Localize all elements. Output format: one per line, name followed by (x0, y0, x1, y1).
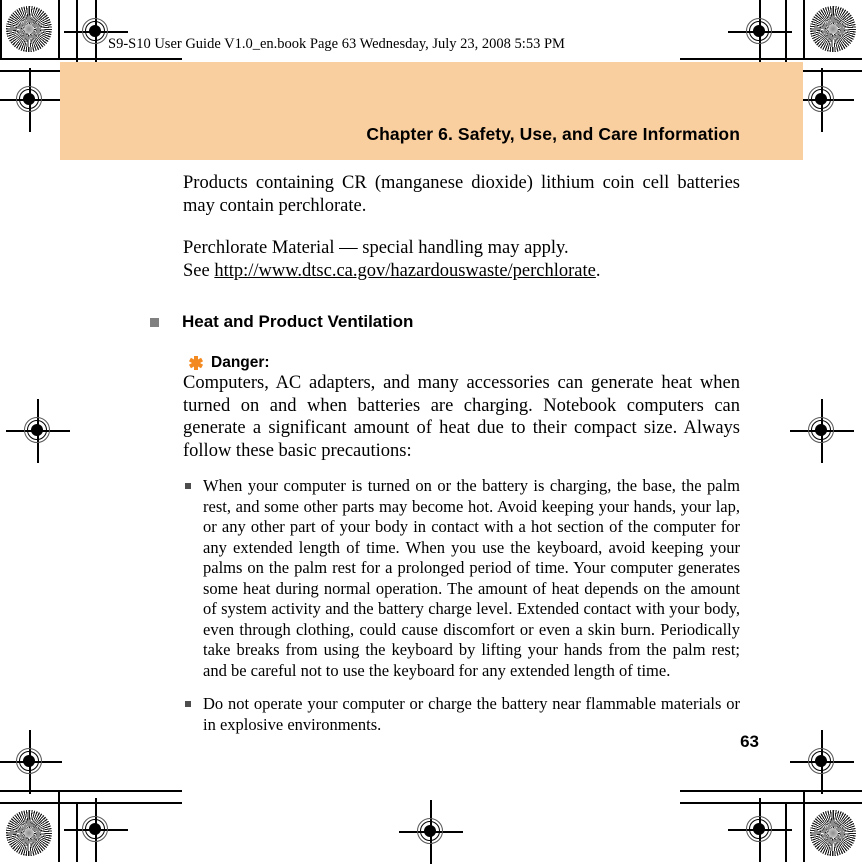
trim-line-bottom-left-corner-horizontal (0, 802, 182, 804)
trim-line-bottom-left-horizontal (0, 790, 182, 792)
registration-mark-top-right (728, 0, 792, 64)
trim-line-top-right-vertical (803, 0, 805, 60)
see-label: See (183, 260, 215, 281)
resolution-star-target-bottom-right (810, 810, 856, 856)
file-header-stamp: S9-S10 User Guide V1.0_en.book Page 63 W… (108, 36, 565, 52)
registration-mark-middle-right (790, 399, 854, 463)
page-content: Products containing CR (manganese dioxid… (150, 172, 740, 735)
paragraph-danger-heat: Computers, AC adapters, and many accesso… (183, 373, 740, 461)
danger-asterisk-icon (188, 356, 203, 371)
trim-line-bottom-right-corner-horizontal (680, 802, 862, 804)
resolution-star-target-top-left (6, 6, 52, 52)
resolution-star-target-top-right (810, 6, 856, 52)
trim-line-bottom-right-corner-vertical (785, 802, 787, 862)
section-heading-label: Heat and Product Ventilation (182, 312, 414, 331)
trim-line-top-left-vertical (58, 0, 60, 60)
heading-square-bullet-icon (150, 317, 159, 327)
chapter-banner: Chapter 6. Safety, Use, and Care Informa… (60, 62, 803, 160)
registration-mark-bottom-right-inner (790, 730, 854, 794)
registration-mark-top-center-left (0, 68, 62, 132)
paragraph-perchlorate-material: Perchlorate Material — special handling … (183, 238, 569, 258)
registration-mark-bottom-right (728, 798, 792, 862)
paragraph-perchlorate-url-line: See http://www.dtsc.ca.gov/hazardouswast… (183, 260, 740, 283)
trim-line-bottom-right-vertical (803, 790, 805, 862)
dtsc-perchlorate-link[interactable]: http://www.dtsc.ca.gov/hazardouswaste/pe… (214, 261, 596, 281)
danger-notice-header: Danger: (188, 354, 740, 372)
url-period: . (595, 260, 601, 281)
trim-line-top-left-bleed (0, 58, 60, 60)
resolution-star-target-bottom-left (6, 810, 52, 856)
registration-mark-bottom-left (64, 798, 128, 862)
section-heading-heat-ventilation: Heat and Product Ventilation (150, 312, 740, 332)
page-number: 63 (740, 732, 759, 751)
paragraph-perchlorate-intro: Products containing CR (manganese dioxid… (183, 173, 740, 216)
registration-mark-bottom-center (399, 800, 463, 864)
registration-mark-top-right-inner (790, 68, 854, 132)
trim-line-bottom-right-horizontal (680, 790, 862, 792)
trim-line-bottom-left-vertical (58, 790, 60, 862)
registration-mark-bottom-left-inner (0, 730, 62, 794)
precautions-list: When your computer is turned on or the b… (183, 476, 740, 735)
list-item: When your computer is turned on or the b… (183, 476, 740, 681)
registration-mark-middle-left (6, 399, 70, 463)
list-item: Do not operate your computer or charge t… (183, 694, 740, 735)
chapter-title: Chapter 6. Safety, Use, and Care Informa… (366, 124, 740, 144)
danger-label: Danger: (211, 354, 270, 371)
trim-line-top-left-outer-horizontal (0, 0, 2, 58)
trim-line-top-right-horizontal (680, 58, 862, 60)
